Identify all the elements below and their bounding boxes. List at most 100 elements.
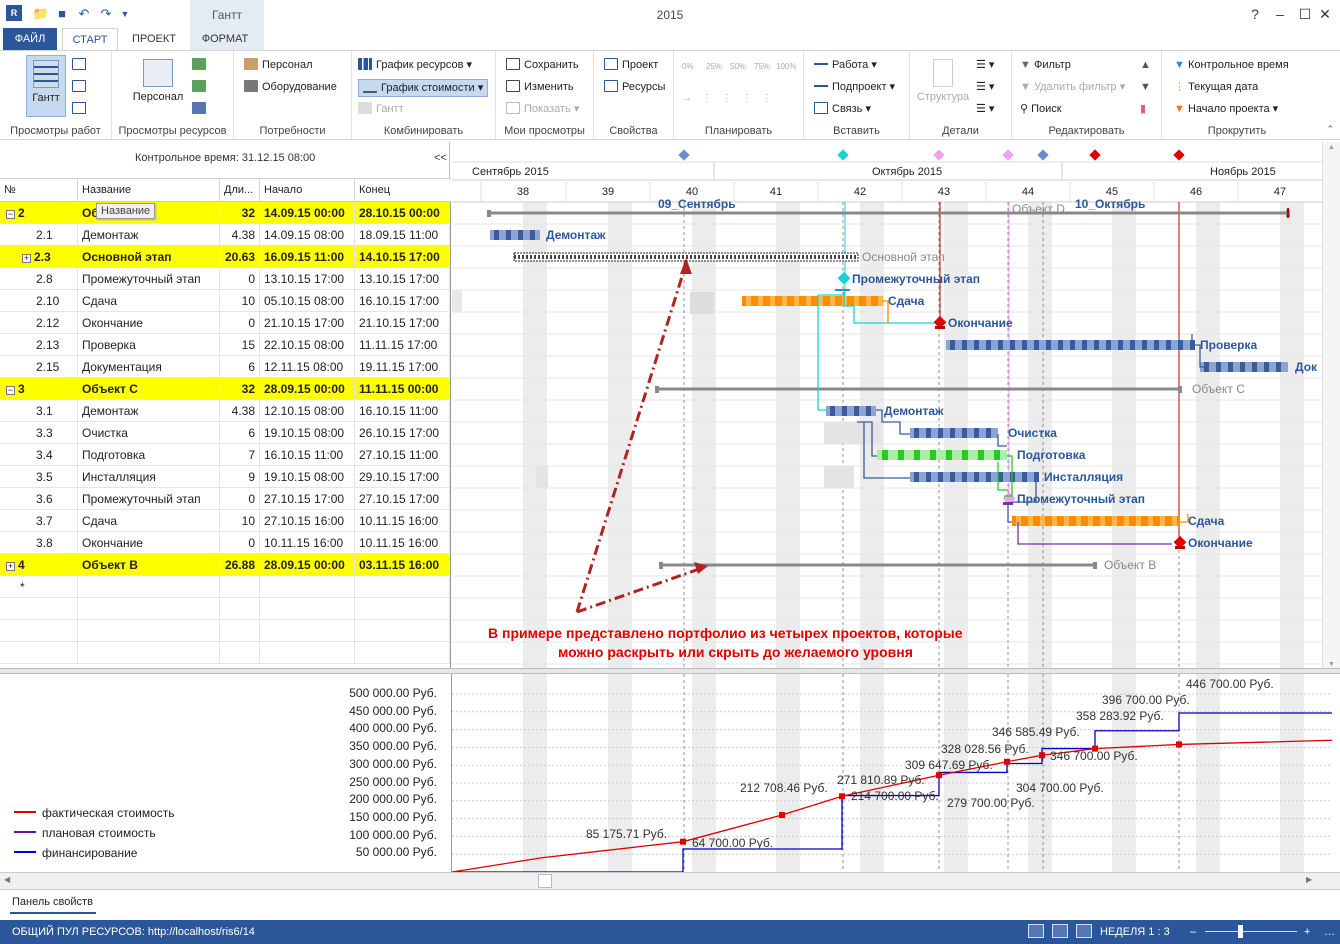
horizontal-scrollbar[interactable]: ◀ ▶: [0, 872, 1340, 890]
task-bar-stripe[interactable]: [974, 340, 979, 350]
task-bar-stripe[interactable]: [866, 296, 871, 306]
task-bar-stripe[interactable]: [1240, 362, 1245, 372]
cell-name[interactable]: Основной этап: [78, 246, 220, 268]
gantt-combine-button[interactable]: Гантт: [358, 101, 404, 117]
table-row[interactable]: 3.7 Сдача 10 27.10.15 16:00 10.11.15 16:00: [0, 510, 450, 532]
empty-row[interactable]: [0, 642, 450, 664]
summary-bar-end[interactable]: [487, 210, 491, 217]
expand-icon[interactable]: +: [22, 254, 31, 263]
gantt-chart[interactable]: Сентябрь 2015 Октябрь 2015 Ноябрь 2015 38 39…: [452, 142, 1332, 672]
task-bar-stripe[interactable]: [1154, 340, 1159, 350]
cell-id[interactable]: +2.3: [0, 246, 78, 268]
cell-name[interactable]: [78, 576, 220, 598]
task-bar-stripe[interactable]: [1160, 516, 1165, 526]
resources-props-button[interactable]: Ресурсы: [604, 79, 665, 95]
schedule-tools[interactable]: →⋮⋮⋮⋮: [682, 91, 782, 107]
task-bar-stripe[interactable]: [794, 296, 799, 306]
cell-start[interactable]: 10.11.15 16:00: [260, 532, 355, 554]
task-bar-stripe[interactable]: [854, 296, 859, 306]
cell-id[interactable]: [0, 642, 78, 664]
task-bar-stripe[interactable]: [830, 296, 835, 306]
cell-end[interactable]: 11.11.15 17:00: [355, 334, 450, 356]
table-row[interactable]: *: [0, 576, 450, 598]
insert-work-button[interactable]: Работа ▾: [814, 57, 877, 73]
cell-id[interactable]: 3.5: [0, 466, 78, 488]
task-bar-stripe[interactable]: [938, 428, 943, 438]
view-chart-icon[interactable]: [1076, 924, 1092, 938]
bar-label[interactable]: Объект C: [1192, 382, 1245, 396]
cell-id[interactable]: 2.13: [0, 334, 78, 356]
cell-duration[interactable]: 0: [220, 312, 260, 334]
cell-id[interactable]: 3.8: [0, 532, 78, 554]
task-bar-stripe[interactable]: [1046, 340, 1051, 350]
eraser-icon[interactable]: ▮: [1140, 101, 1146, 117]
task-bar-stripe[interactable]: [1058, 340, 1063, 350]
cell-end[interactable]: 14.10.15 17:00: [355, 246, 450, 268]
cell-duration[interactable]: 32: [220, 202, 260, 224]
bar-label[interactable]: Объект D: [1012, 202, 1065, 216]
cell-start[interactable]: [260, 642, 355, 664]
milestone-base[interactable]: [935, 326, 945, 329]
table-row[interactable]: +4 Объект В 26.88 28.09.15 00:00 03.11.15 16…: [0, 554, 450, 576]
empty-row[interactable]: [0, 620, 450, 642]
task-bar-stripe[interactable]: [1252, 362, 1257, 372]
pct-75-button[interactable]: 75%: [754, 59, 770, 75]
task-bar-stripe[interactable]: [974, 472, 979, 482]
bar-label[interactable]: Сдача: [888, 294, 925, 308]
cell-id[interactable]: [0, 598, 78, 620]
pct-0-button[interactable]: 0%: [682, 59, 694, 75]
cell-name[interactable]: [78, 642, 220, 664]
cell-end[interactable]: 21.10.15 17:00: [355, 312, 450, 334]
task-bar-stripe[interactable]: [914, 428, 919, 438]
table-row[interactable]: 3.5 Инсталляция 9 19.10.15 08:00 29.10.15 17…: [0, 466, 450, 488]
task-bar-stripe[interactable]: [926, 428, 931, 438]
pct-50-button[interactable]: 50%: [730, 59, 746, 75]
cell-duration[interactable]: 7: [220, 444, 260, 466]
cell-name[interactable]: Демонтаж: [78, 224, 220, 246]
table-row[interactable]: 3.8 Окончание 0 10.11.15 16:00 10.11.15 16:0…: [0, 532, 450, 554]
tab-format[interactable]: ФОРМАТ: [192, 28, 258, 50]
view-sheet-icon[interactable]: [1052, 924, 1068, 938]
cell-start[interactable]: [260, 576, 355, 598]
bar-label[interactable]: Окончание: [948, 316, 1013, 330]
zoom-slider-thumb[interactable]: [1238, 925, 1243, 938]
cell-duration[interactable]: 4.38: [220, 400, 260, 422]
cell-start[interactable]: 21.10.15 17:00: [260, 312, 355, 334]
task-bar-stripe[interactable]: [946, 450, 952, 460]
details-1-button[interactable]: ☰ ▾: [976, 57, 994, 73]
zoom-slider-track[interactable]: [1205, 931, 1297, 932]
task-bar-stripe[interactable]: [1094, 340, 1099, 350]
insert-subproject-button[interactable]: Подпроект ▾: [814, 79, 895, 95]
cell-id[interactable]: 2.10: [0, 290, 78, 312]
bar-label[interactable]: Объект В: [1104, 558, 1156, 572]
cell-duration[interactable]: 6: [220, 422, 260, 444]
bar-label[interactable]: Подготовка: [1017, 448, 1086, 462]
cell-end[interactable]: 03.11.15 16:00: [355, 554, 450, 576]
table-row[interactable]: +2.3 Основной этап 20.63 16.09.15 11:00 14.1…: [0, 246, 450, 268]
task-bar-stripe[interactable]: [950, 472, 955, 482]
col-duration[interactable]: Дли...: [220, 179, 260, 201]
pct-100-button[interactable]: 100%: [776, 59, 796, 75]
task-bar-stripe[interactable]: [926, 472, 931, 482]
task-bar-stripe[interactable]: [530, 230, 535, 240]
resource-view-4-button[interactable]: [192, 101, 210, 117]
col-start[interactable]: Начало: [260, 179, 355, 201]
cell-id[interactable]: 2.15: [0, 356, 78, 378]
cell-id[interactable]: −2: [0, 202, 78, 224]
task-bar-stripe[interactable]: [930, 450, 936, 460]
scroll-thumb[interactable]: [538, 874, 552, 888]
summary-bar-end[interactable]: [659, 562, 663, 569]
table-row[interactable]: 2.12 Окончание 0 21.10.15 17:00 21.10.15 17:…: [0, 312, 450, 334]
task-bar-stripe[interactable]: [494, 230, 499, 240]
cell-end[interactable]: 28.10.15 00:00: [355, 202, 450, 224]
cell-start[interactable]: 28.09.15 00:00: [260, 378, 355, 400]
cell-end[interactable]: 18.09.15 11:00: [355, 224, 450, 246]
cell-name[interactable]: Объект C: [78, 378, 220, 400]
cell-duration[interactable]: [220, 642, 260, 664]
task-bar-stripe[interactable]: [986, 340, 991, 350]
cell-name[interactable]: Промежуточный этап: [78, 488, 220, 510]
cell-start[interactable]: 14.09.15 08:00: [260, 224, 355, 246]
cell-duration[interactable]: 20.63: [220, 246, 260, 268]
close-button[interactable]: ✕: [1310, 4, 1340, 24]
resource-chart-button[interactable]: График ресурсов ▾: [358, 57, 472, 73]
